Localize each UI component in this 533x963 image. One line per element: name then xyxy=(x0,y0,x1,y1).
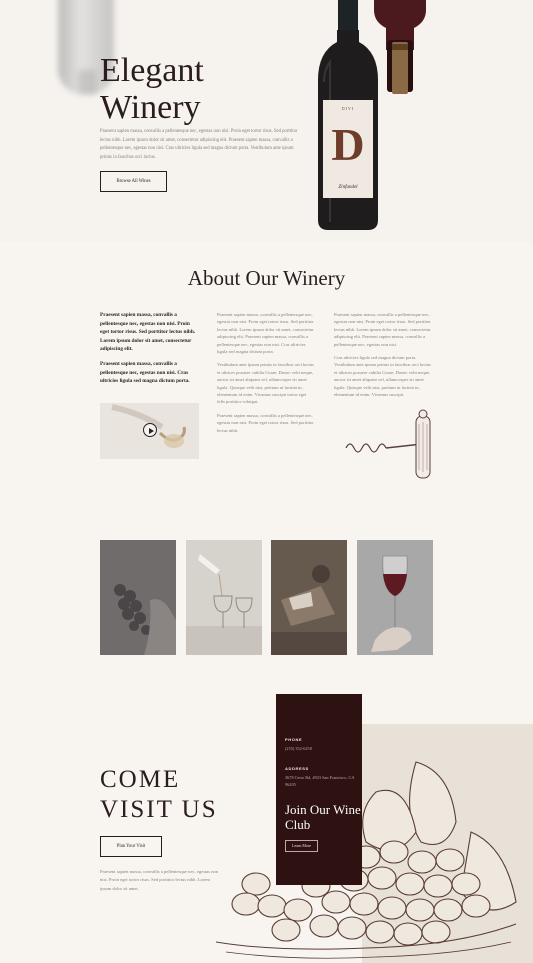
grapes-illustration xyxy=(216,761,517,959)
about-col2-paragraph: Praesent sapien massa, convallis a pelle… xyxy=(217,412,314,433)
visit-description: Praesent sapien massa, convallis a pelle… xyxy=(100,869,219,891)
about-col1-paragraph: Praesent sapien massa, convallis a pelle… xyxy=(100,312,196,353)
blurred-bottle-neck xyxy=(78,70,96,94)
about-column-3: Praesent sapien massa, convallis a pelle… xyxy=(334,311,432,404)
bottle-label-name: Zinfandel xyxy=(338,185,358,190)
visit-title-line1: COME xyxy=(100,766,181,793)
about-column-2: Praesent sapien massa, convallis a pelle… xyxy=(217,311,315,440)
gallery-image-grapes[interactable] xyxy=(100,540,176,655)
phone-value[interactable]: (255) 352-6258 xyxy=(285,745,357,752)
about-col3-paragraph: Cras ultricies ligula sed magna dictum p… xyxy=(334,355,431,398)
video-thumbnail[interactable] xyxy=(100,403,199,459)
gallery-image-glass[interactable] xyxy=(357,540,433,655)
wine-bottles-image: DIVI D Zinfandel xyxy=(318,0,426,230)
learn-more-button[interactable]: Learn More xyxy=(285,840,318,852)
about-title: About Our Winery xyxy=(187,266,346,290)
grapes-photo xyxy=(100,540,176,655)
wine-club-title: Join Our Wine Club xyxy=(285,802,361,832)
hero-section: Elegant Winery Praesent sapien massa, co… xyxy=(0,0,533,242)
about-col3-paragraph: Praesent sapien massa, convallis a pelle… xyxy=(334,312,431,347)
gallery-image-cheese[interactable] xyxy=(271,540,347,655)
about-col2-paragraph: Praesent sapien massa, convallis a pelle… xyxy=(217,312,314,355)
plan-visit-button[interactable]: Plan Your Visit xyxy=(100,836,162,857)
hero-title-line1: Elegant xyxy=(100,52,204,89)
gallery-image-pouring[interactable] xyxy=(186,540,262,655)
visit-title-line2: VISIT US xyxy=(100,796,218,823)
hero-title-line2: Winery xyxy=(100,89,201,126)
about-col1-paragraph: Praesent sapien massa, convallis a pelle… xyxy=(100,360,190,385)
wine-club-card: PHONE (255) 352-6258 ADDRESS 3678 Cetro … xyxy=(276,694,362,885)
pouring-wine-photo xyxy=(186,540,262,655)
bottle-label-letter: D xyxy=(331,119,364,170)
red-wine-glass-photo xyxy=(357,540,433,655)
play-icon[interactable] xyxy=(143,423,157,437)
about-col2-paragraph: Vestibulum ante ipsum primis in faucibus… xyxy=(217,362,314,405)
about-column-1: Praesent sapien massa, convallis a pelle… xyxy=(100,311,198,392)
hero-description: Praesent sapien massa, convallis a pelle… xyxy=(100,129,298,160)
hero-title: Elegant Winery xyxy=(100,52,300,126)
cheese-board-photo xyxy=(271,540,347,655)
phone-label: PHONE xyxy=(285,737,303,742)
zinfandel-bottle: DIVI D Zinfandel xyxy=(318,0,378,230)
address-value: 3678 Cetro Rd, #923 San Francisco, CA 96… xyxy=(285,775,355,787)
address-label: ADDRESS xyxy=(285,766,309,771)
corkscrew-illustration xyxy=(345,409,431,479)
red-bottle xyxy=(374,0,426,94)
browse-wines-button[interactable]: Browse All Wines xyxy=(100,171,167,192)
bottle-label-top: DIVI xyxy=(342,106,354,111)
